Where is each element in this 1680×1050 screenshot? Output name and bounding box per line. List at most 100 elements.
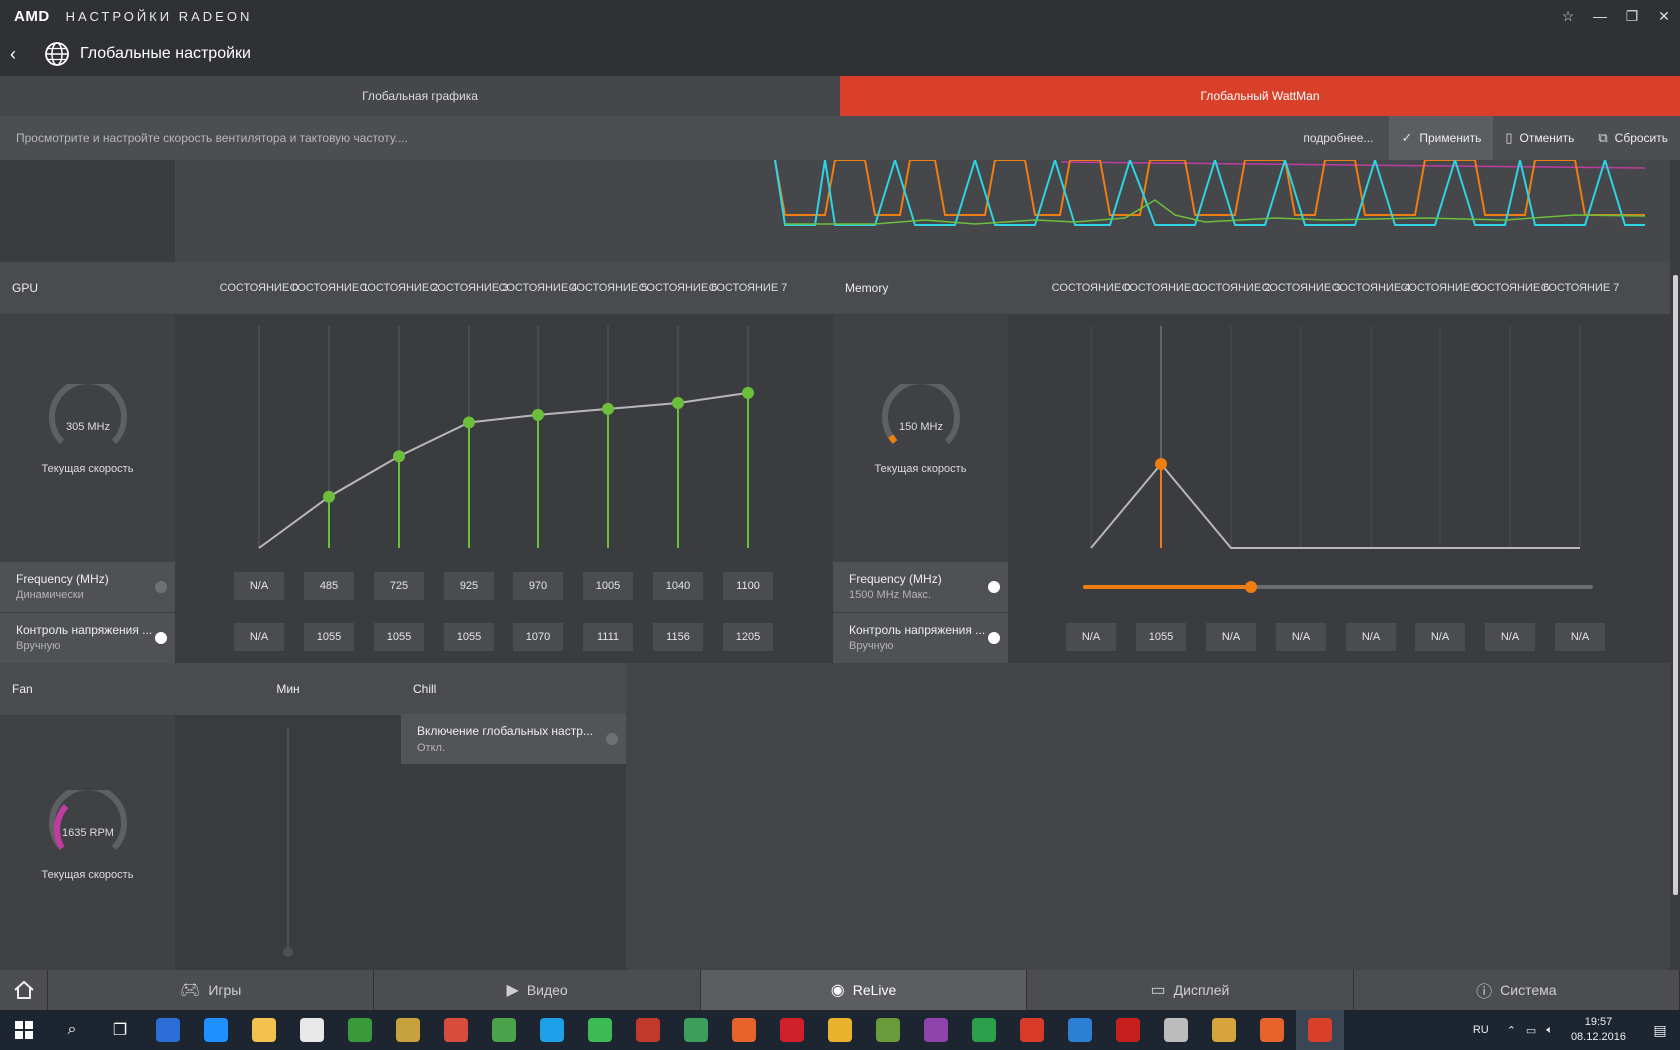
game-icon[interactable] (624, 1010, 672, 1050)
nav-display[interactable]: ▭ Дисплей (1027, 970, 1354, 1010)
chill-global-toggle[interactable]: Включение глобальных настр... Откл. (401, 714, 626, 764)
cancel-button[interactable]: ▯ Отменить (1493, 116, 1586, 160)
store-icon[interactable] (288, 1010, 336, 1050)
slider-handle[interactable] (1245, 581, 1258, 593)
globe-app-icon[interactable] (672, 1010, 720, 1050)
value-cell[interactable]: 485 (304, 572, 354, 600)
value-cell[interactable]: 1111 (583, 623, 633, 651)
nav-relive[interactable]: ◉ ReLive (700, 970, 1028, 1010)
aida64-icon[interactable] (960, 1010, 1008, 1050)
counter-icon[interactable] (1200, 1010, 1248, 1050)
chevron-up-icon[interactable]: ⌃ (1507, 1024, 1516, 1037)
nvidia-icon[interactable] (864, 1010, 912, 1050)
store-icon-glyph (300, 1018, 324, 1042)
value-cell[interactable]: N/A (234, 572, 284, 600)
gpu-values: N/A 485 725 925 970 1005 1040 1100 N/A 1055 1055 10… (175, 562, 833, 663)
toggle-switch[interactable] (988, 581, 1000, 593)
language-indicator[interactable]: RU (1473, 1024, 1489, 1036)
value-cell[interactable]: 1005 (583, 572, 633, 600)
gog-icon[interactable] (912, 1010, 960, 1050)
slider-handle[interactable] (283, 947, 293, 957)
nav-games[interactable]: 🎮︎ Игры (48, 970, 375, 1010)
value-cell[interactable]: N/A (1415, 623, 1465, 651)
nav-system[interactable]: ⓘ Система (1354, 970, 1680, 1010)
reset-button[interactable]: ⧉ Сбросить (1586, 116, 1680, 160)
media-icon[interactable] (144, 1010, 192, 1050)
value-cell[interactable]: N/A (1206, 623, 1256, 651)
back-icon[interactable]: ‹ (10, 44, 34, 65)
search-icon[interactable]: ⌕ (48, 1010, 96, 1050)
nav-video[interactable]: ▶ Видео (374, 970, 701, 1010)
memory-frequency-toggle[interactable]: Frequency (MHz) 1500 MHz Макс. (833, 562, 1008, 612)
task-view-icon[interactable]: ❐ (96, 1010, 144, 1050)
state-point (463, 416, 475, 429)
home-button[interactable] (0, 970, 48, 1010)
tab-global-graphics[interactable]: Глобальная графика (0, 76, 840, 116)
state-label: СОСТОЯНИЕ 2 (1191, 282, 1271, 294)
value-cell[interactable]: 1100 (723, 572, 773, 600)
value-cell[interactable]: 1055 (1136, 623, 1186, 651)
firefox-icon[interactable] (720, 1010, 768, 1050)
gpu-header: GPU (0, 262, 175, 314)
value-cell[interactable]: 925 (444, 572, 494, 600)
system-tray: RU ⌃ ▭ 🔈︎ 19:57 08.12.2016 ▤ (1473, 1010, 1680, 1050)
network-icon[interactable]: ▭ (1526, 1024, 1536, 1037)
gpu-voltage-toggle[interactable]: Контроль напряжения ... Вручную (0, 613, 175, 663)
steam-icon[interactable] (1152, 1010, 1200, 1050)
radeon-icon[interactable] (1296, 1010, 1344, 1050)
sync-icon[interactable] (528, 1010, 576, 1050)
volume-icon[interactable]: 🔈︎ (1546, 1024, 1553, 1037)
value-cell[interactable]: N/A (1555, 623, 1605, 651)
state-label: СОСТОЯНИЕ 5 (568, 282, 648, 294)
ccleaner-icon[interactable] (1008, 1010, 1056, 1050)
edge-icon[interactable] (192, 1010, 240, 1050)
gog-icon-glyph (924, 1018, 948, 1042)
toggle-switch[interactable] (155, 581, 167, 593)
xbox-icon[interactable] (336, 1010, 384, 1050)
value-cell[interactable]: 1055 (304, 623, 354, 651)
value-cell[interactable]: 725 (374, 572, 424, 600)
upwork-icon[interactable] (576, 1010, 624, 1050)
value-cell[interactable]: 1205 (723, 623, 773, 651)
counter-icon-glyph (1212, 1018, 1236, 1042)
value-cell[interactable]: 1055 (374, 623, 424, 651)
shield-icon[interactable] (1056, 1010, 1104, 1050)
value-cell[interactable]: N/A (1485, 623, 1535, 651)
toggle-switch[interactable] (606, 733, 618, 745)
start-button[interactable] (0, 1010, 48, 1050)
value-cell[interactable]: N/A (1066, 623, 1116, 651)
fan-min-slider[interactable] (287, 727, 289, 952)
minimize-icon[interactable]: — (1584, 0, 1616, 32)
toggle-switch[interactable] (155, 632, 167, 644)
apply-button[interactable]: ✓ Применить (1389, 116, 1494, 160)
firefox2-icon[interactable] (1248, 1010, 1296, 1050)
value-cell[interactable]: 1055 (444, 623, 494, 651)
value-cell[interactable]: 1156 (653, 623, 703, 651)
vivaldi-icon[interactable] (432, 1010, 480, 1050)
gpu-frequency-toggle[interactable]: Frequency (MHz) Динамически (0, 562, 175, 612)
download-icon[interactable] (1104, 1010, 1152, 1050)
state-label: СОСТОЯНИЕ 6 (638, 282, 718, 294)
value-cell[interactable]: N/A (1276, 623, 1326, 651)
value-cell[interactable]: N/A (234, 623, 284, 651)
explorer-icon[interactable] (240, 1010, 288, 1050)
opera-icon[interactable] (768, 1010, 816, 1050)
more-link[interactable]: подробнее... (1303, 131, 1373, 145)
chrome-icon[interactable] (816, 1010, 864, 1050)
restore-icon[interactable]: ❐ (1616, 0, 1648, 32)
value-cell[interactable]: 1070 (513, 623, 563, 651)
memory-voltage-toggle[interactable]: Контроль напряжения ... Вручную (833, 613, 1008, 663)
scrollbar[interactable] (1673, 275, 1678, 895)
toggle-switch[interactable] (988, 632, 1000, 644)
value-cell[interactable]: 970 (513, 572, 563, 600)
value-cell[interactable]: 1040 (653, 572, 703, 600)
notepad-icon[interactable] (384, 1010, 432, 1050)
notifications-icon[interactable]: ▤ (1640, 1022, 1680, 1039)
close-icon[interactable]: ✕ (1648, 0, 1680, 32)
value-cell[interactable]: N/A (1346, 623, 1396, 651)
clock[interactable]: 19:57 08.12.2016 (1571, 1015, 1626, 1045)
star-icon[interactable]: ☆ (1552, 0, 1584, 32)
tab-global-wattman[interactable]: Глобальный WattMan (840, 76, 1680, 116)
memory-frequency-slider[interactable] (1083, 581, 1593, 593)
utorrent-icon[interactable] (480, 1010, 528, 1050)
